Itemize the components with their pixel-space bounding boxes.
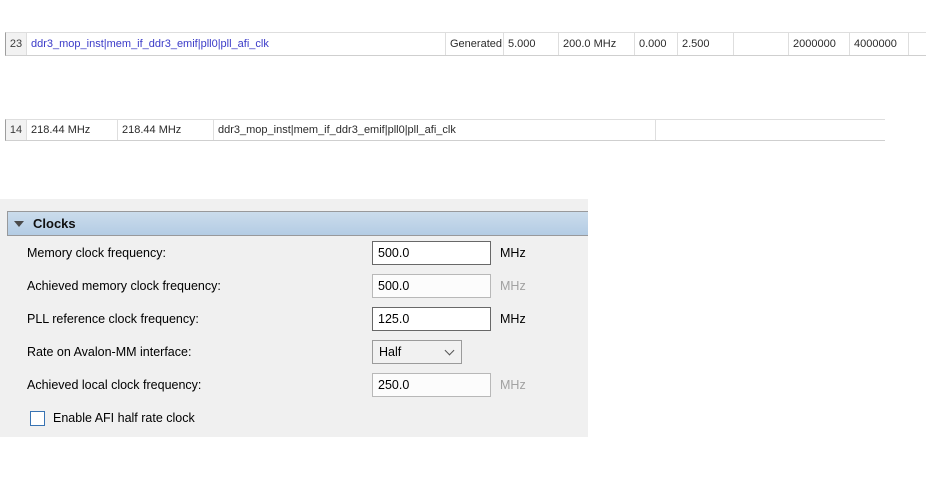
trailing-cell [909, 33, 926, 55]
empty-cell [734, 33, 789, 55]
restricted-fmax-cell: 218.44 MHz [118, 120, 214, 140]
duty-end-cell: 4000000 [850, 33, 909, 55]
chevron-down-icon [444, 345, 455, 355]
clocks-section-header[interactable]: Clocks [7, 211, 588, 236]
achieved-memory-clock-frequency-input [372, 274, 491, 298]
row-number: 23 [6, 33, 27, 55]
clock-type-cell: Generated [446, 33, 504, 55]
enable-afi-half-rate-clock-checkbox[interactable] [30, 410, 45, 426]
rate-on-avalon-mm-interface-label: Rate on Avalon-MM interface: [27, 345, 192, 359]
enable-afi-half-rate-clock-row: Enable AFI half rate clock [30, 409, 195, 427]
rise-cell: 0.000 [635, 33, 678, 55]
frequency-cell: 200.0 MHz [559, 33, 635, 55]
section-title: Clocks [33, 216, 76, 231]
rate-on-avalon-mm-dropdown[interactable]: Half [372, 340, 462, 364]
achieved-local-clock-frequency-unit: MHz [500, 378, 526, 392]
achieved-memory-clock-frequency-unit: MHz [500, 279, 526, 293]
pll-reference-clock-frequency-input[interactable] [372, 307, 491, 331]
dropdown-selected-value: Half [379, 345, 402, 359]
collapse-triangle-icon[interactable] [14, 220, 24, 227]
clock-name-cell: ddr3_mop_inst|mem_if_ddr3_emif|pll0|pll_… [27, 33, 446, 55]
enable-afi-half-rate-clock-label: Enable AFI half rate clock [53, 411, 195, 425]
period-cell: 5.000 [504, 33, 559, 55]
pll-reference-clock-frequency-label: PLL reference clock frequency: [27, 312, 199, 326]
fall-cell: 2.500 [678, 33, 734, 55]
memory-clock-frequency-label: Memory clock frequency: [27, 246, 166, 260]
memory-clock-frequency-unit: MHz [500, 246, 526, 260]
achieved-memory-clock-frequency-label: Achieved memory clock frequency: [27, 279, 221, 293]
fmax-summary-row[interactable]: 14 218.44 MHz 218.44 MHz ddr3_mop_inst|m… [5, 119, 885, 141]
duty-start-cell: 2000000 [789, 33, 850, 55]
fmax-cell: 218.44 MHz [27, 120, 118, 140]
row-number: 14 [6, 120, 27, 140]
memory-clock-frequency-input[interactable] [372, 241, 491, 265]
achieved-local-clock-frequency-label: Achieved local clock frequency: [27, 378, 202, 392]
pll-reference-clock-frequency-unit: MHz [500, 312, 526, 326]
achieved-local-clock-frequency-input [372, 373, 491, 397]
clock-name-cell: ddr3_mop_inst|mem_if_ddr3_emif|pll0|pll_… [214, 120, 656, 140]
generated-clocks-row[interactable]: 23 ddr3_mop_inst|mem_if_ddr3_emif|pll0|p… [5, 32, 926, 56]
note-cell [656, 120, 885, 140]
clock-name-link[interactable]: ddr3_mop_inst|mem_if_ddr3_emif|pll0|pll_… [31, 38, 269, 50]
